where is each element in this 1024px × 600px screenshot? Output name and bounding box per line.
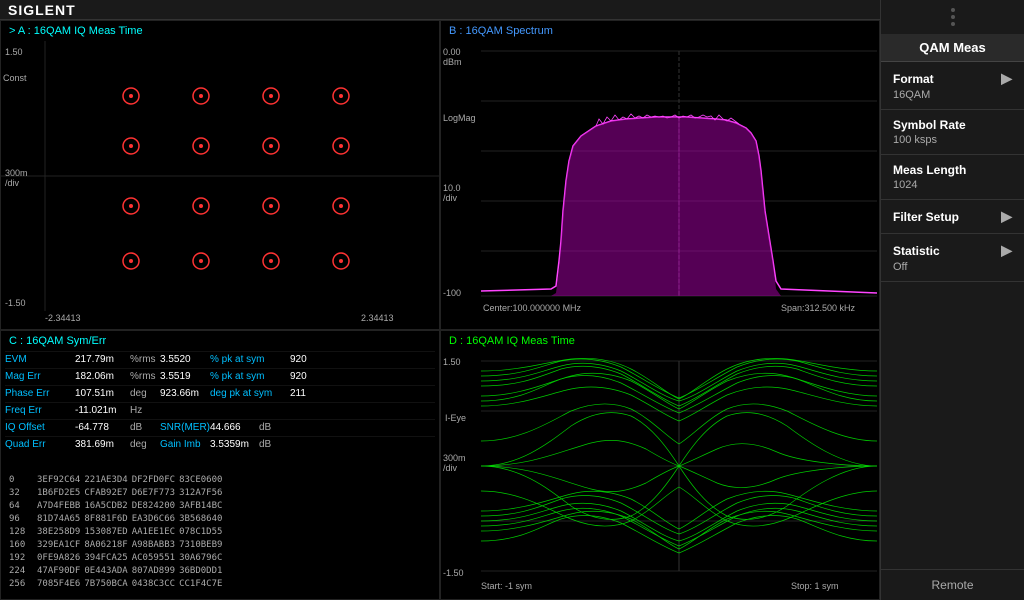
svg-text:2.34413: 2.34413 [361,313,394,323]
svg-text:Stop: 1 sym: Stop: 1 sym [791,581,839,591]
menu-item-format[interactable]: Format ▶ 16QAM [881,62,1024,110]
svg-text:1.50: 1.50 [5,47,23,57]
stats-table: EVM 217.79m %rms 3.5520 % pk at sym 920 … [5,351,435,595]
menu-item-filter-setup[interactable]: Filter Setup ▶ [881,200,1024,234]
quad-d-title: D : 16QAM IQ Meas Time [449,335,575,347]
svg-text:Span:312.500 kHz: Span:312.500 kHz [781,303,856,313]
menu-item-symbol-rate[interactable]: Symbol Rate 100 ksps [881,110,1024,155]
statistic-arrow: ▶ [1001,242,1012,259]
quadrant-d: D : 16QAM IQ Meas Time 1.50 300m /div -1… [440,330,880,600]
stat-val-evm: 217.79m [75,353,130,367]
meas-length-value: 1024 [893,179,1012,191]
format-value: 16QAM [893,89,1012,101]
menu-label-statistic: Statistic [893,244,940,258]
svg-text:10.0: 10.0 [443,183,461,193]
svg-text:I-Eye: I-Eye [445,413,466,423]
menu-item-statistic[interactable]: Statistic ▶ Off [881,234,1024,282]
quadrant-a: > A : 16QAM IQ Meas Time 1.50 300m /div … [0,20,440,330]
svg-text:1.50: 1.50 [443,357,461,367]
svg-text:Center:100.000000 MHz: Center:100.000000 MHz [483,303,582,313]
menu-label-meas-length: Meas Length [893,163,966,177]
quadrant-b: B : 16QAM Spectrum 0.00 dBm LogMag 10.0 … [440,20,880,330]
menu-item-meas-length[interactable]: Meas Length 1024 [881,155,1024,200]
stat-label-evm: EVM [5,353,75,367]
dots-menu [881,0,1024,34]
statistic-value: Off [893,261,1012,273]
quad-a-title: > A : 16QAM IQ Meas Time [9,25,143,37]
hex-table: 03EF92C64221AE3D4DF2FD0FC83CE0600 321B6F… [9,474,431,591]
symbol-rate-value: 100 ksps [893,134,1012,146]
svg-text:Start: -1 sym: Start: -1 sym [481,581,532,591]
svg-text:0.00: 0.00 [443,47,461,57]
svg-text:Const: Const [3,73,27,83]
menu-label-filter-setup: Filter Setup [893,210,959,224]
svg-text:/div: /div [443,193,458,203]
svg-text:dBm: dBm [443,57,462,67]
svg-text:/div: /div [5,178,20,188]
svg-text:-100: -100 [443,288,461,298]
menu-label-format: Format [893,72,934,86]
svg-text:LogMag: LogMag [443,113,476,123]
right-panel: QAM Meas Format ▶ 16QAM Symbol Rate 100 … [880,0,1024,600]
svg-text:-1.50: -1.50 [443,568,464,578]
menu-label-symbol-rate: Symbol Rate [893,118,966,132]
filter-setup-arrow: ▶ [1001,208,1012,225]
remote-label: Remote [881,569,1024,600]
svg-text:-2.34413: -2.34413 [45,313,81,323]
siglent-logo: SIGLENT [8,2,76,18]
svg-text:300m: 300m [5,168,28,178]
quad-c-title: C : 16QAM Sym/Err [9,335,106,347]
quadrant-c: C : 16QAM Sym/Err EVM 217.79m %rms 3.552… [0,330,440,600]
svg-text:300m: 300m [443,453,466,463]
svg-text:/div: /div [443,463,458,473]
qam-meas-header: QAM Meas [881,34,1024,62]
format-arrow: ▶ [1001,70,1012,87]
quad-b-title: B : 16QAM Spectrum [449,25,553,37]
svg-text:-1.50: -1.50 [5,298,26,308]
